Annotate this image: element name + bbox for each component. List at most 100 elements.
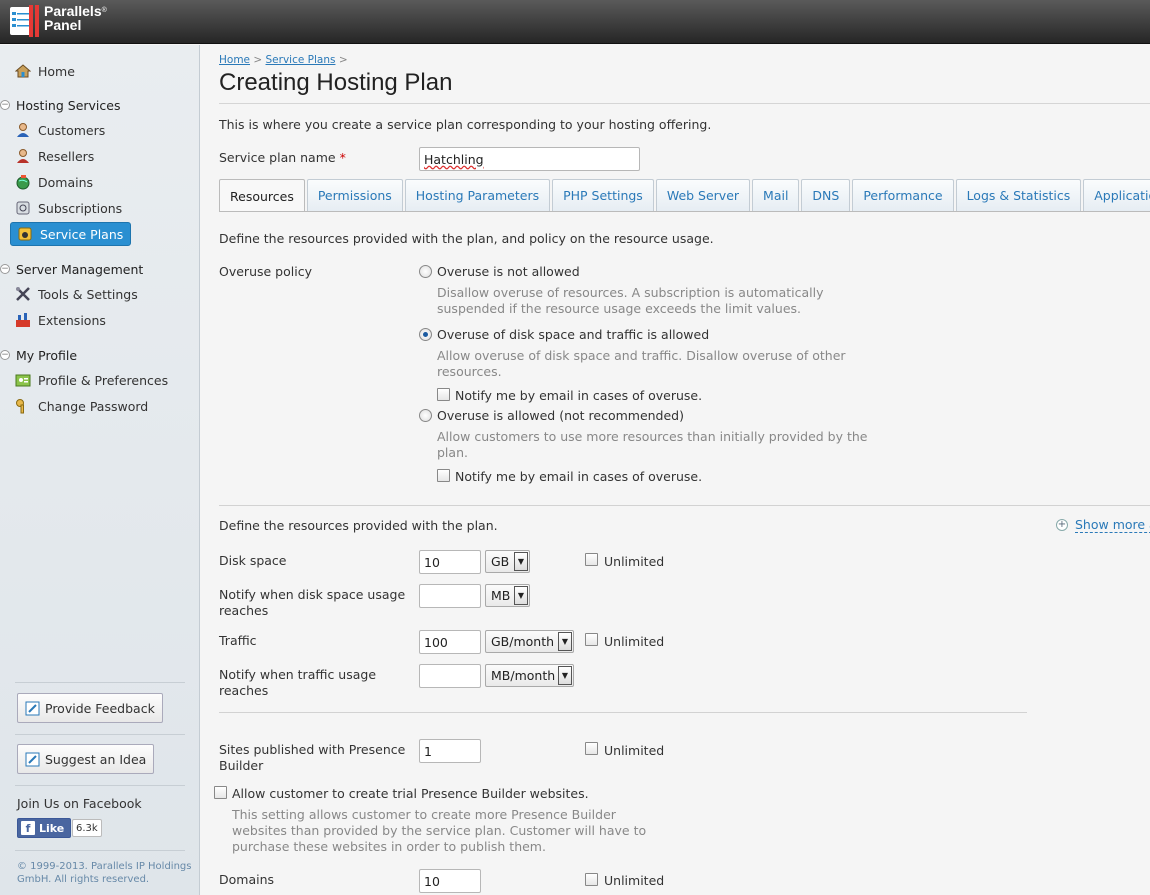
- sidebar-item-domains[interactable]: Domains: [15, 172, 93, 192]
- traffic-notify-input[interactable]: [419, 664, 481, 688]
- plan-name-label-text: Service plan name: [219, 150, 336, 165]
- section-title: Hosting Services: [16, 97, 121, 113]
- presence-sites-value: 1: [424, 743, 432, 759]
- tools-icon: [15, 286, 31, 302]
- feedback-icon: [25, 701, 40, 716]
- unlimited-label[interactable]: Unlimited: [604, 873, 664, 888]
- facebook-icon: f: [21, 821, 35, 835]
- hint-line: plan.: [437, 445, 468, 460]
- tab-performance[interactable]: Performance: [852, 179, 954, 211]
- trial-presence-label[interactable]: Allow customer to create trial Presence …: [232, 786, 589, 801]
- sidebar-item-label: Customers: [38, 122, 106, 138]
- label-line: reaches: [219, 683, 269, 698]
- disk-space-value: 10: [424, 554, 440, 570]
- traffic-unit-select[interactable]: GB/month ▼: [485, 630, 574, 653]
- section-my-profile[interactable]: − My Profile: [0, 346, 77, 364]
- label-line: Sites published with Presence: [219, 742, 406, 757]
- domains-value: 10: [424, 873, 440, 889]
- disk-space-input[interactable]: 10: [419, 550, 481, 574]
- dropdown-arrow-icon: ▼: [514, 586, 528, 605]
- plus-icon: +: [1056, 519, 1068, 531]
- tab-logs-statistics[interactable]: Logs & Statistics: [955, 179, 1082, 211]
- tab-permissions[interactable]: Permissions: [306, 179, 403, 211]
- overuse-disk-traffic-radio[interactable]: [419, 328, 432, 341]
- disk-space-unlimited-checkbox[interactable]: [585, 553, 598, 566]
- select-value: MB: [491, 588, 511, 603]
- tab-dns[interactable]: DNS: [801, 179, 851, 211]
- collapse-icon[interactable]: −: [0, 100, 10, 110]
- label-line: Notify when disk space usage: [219, 587, 406, 602]
- notify-overuse-label[interactable]: Notify me by email in cases of overuse.: [455, 388, 702, 403]
- sidebar-item-customers[interactable]: Customers: [15, 120, 105, 140]
- extensions-icon: [15, 312, 31, 328]
- overuse-option-label[interactable]: Overuse of disk space and traffic is all…: [437, 327, 709, 342]
- button-label: Suggest an Idea: [45, 751, 147, 767]
- tab-applications[interactable]: Applications: [1083, 179, 1150, 211]
- presence-sites-label: Sites published with Presence Builder: [219, 742, 405, 774]
- domains-unlimited-checkbox[interactable]: [585, 873, 598, 886]
- hint-line: This setting allows customer to create m…: [232, 807, 616, 822]
- tab-mail[interactable]: Mail: [752, 179, 800, 211]
- plan-name-input[interactable]: Hatchling: [419, 147, 640, 171]
- overuse-option-label[interactable]: Overuse is allowed (not recommended): [437, 408, 684, 423]
- traffic-notify-unit-select[interactable]: MB/month ▼: [485, 664, 574, 687]
- presence-sites-input[interactable]: 1: [419, 739, 481, 763]
- disk-notify-label: Notify when disk space usage reaches: [219, 587, 405, 619]
- sidebar-item-change-password[interactable]: Change Password: [15, 396, 148, 416]
- unlimited-label[interactable]: Unlimited: [604, 743, 664, 758]
- breadcrumb-separator: >: [253, 54, 263, 66]
- sidebar-item-home[interactable]: Home: [14, 61, 75, 81]
- tab-web-server[interactable]: Web Server: [655, 179, 751, 211]
- sidebar-item-subscriptions[interactable]: Subscriptions: [15, 198, 122, 218]
- sidebar-item-profile-preferences[interactable]: Profile & Preferences: [15, 370, 168, 390]
- sidebar-item-label: Resellers: [38, 148, 95, 164]
- notify-overuse-checkbox[interactable]: [437, 388, 450, 401]
- section-server-management[interactable]: − Server Management: [0, 260, 143, 278]
- section-hosting-services[interactable]: − Hosting Services: [0, 96, 121, 114]
- sidebar-item-label: Profile & Preferences: [38, 372, 169, 388]
- suggest-idea-button[interactable]: Suggest an Idea: [17, 744, 155, 774]
- breadcrumb-service-plans-link[interactable]: Service Plans: [266, 54, 336, 66]
- sidebar-item-label: Home: [38, 63, 75, 79]
- presence-unlimited-checkbox[interactable]: [585, 742, 598, 755]
- unlimited-label[interactable]: Unlimited: [604, 554, 664, 569]
- traffic-label: Traffic: [219, 633, 257, 648]
- idea-icon: [25, 752, 40, 767]
- overuse-option-label[interactable]: Overuse is not allowed: [437, 264, 580, 279]
- button-label: Provide Feedback: [45, 700, 155, 716]
- disk-space-label: Disk space: [219, 553, 287, 568]
- sidebar-item-extensions[interactable]: Extensions: [15, 310, 106, 330]
- parallels-logo-icon[interactable]: [9, 5, 41, 37]
- facebook-like-button[interactable]: f Like: [17, 818, 72, 838]
- sidebar-item-service-plans[interactable]: Service Plans: [10, 222, 132, 246]
- disk-space-unit-select[interactable]: GB ▼: [485, 550, 530, 573]
- collapse-icon[interactable]: −: [0, 350, 10, 360]
- overuse-allowed-radio[interactable]: [419, 409, 432, 422]
- sidebar-item-tools-settings[interactable]: Tools & Settings: [15, 284, 138, 304]
- show-more-link[interactable]: + Show more a: [1056, 517, 1150, 533]
- tab-resources[interactable]: Resources: [219, 179, 305, 212]
- hint-line: resources.: [437, 364, 502, 379]
- disk-notify-input[interactable]: [419, 584, 481, 608]
- hint-line: websites than provided by the service pl…: [232, 823, 647, 838]
- trial-presence-checkbox[interactable]: [214, 786, 227, 799]
- tab-php-settings[interactable]: PHP Settings: [552, 179, 654, 211]
- profile-card-icon: [15, 372, 31, 388]
- divider: [219, 211, 1150, 212]
- disk-notify-unit-select[interactable]: MB ▼: [485, 584, 530, 607]
- breadcrumb-home-link[interactable]: Home: [219, 54, 250, 66]
- traffic-input[interactable]: 100: [419, 630, 481, 654]
- domains-input[interactable]: 10: [419, 869, 481, 893]
- traffic-notify-label: Notify when traffic usage reaches: [219, 667, 376, 699]
- traffic-unlimited-checkbox[interactable]: [585, 633, 598, 646]
- sidebar-item-resellers[interactable]: Resellers: [15, 146, 94, 166]
- provide-feedback-button[interactable]: Provide Feedback: [17, 693, 163, 723]
- notify-overuse-checkbox[interactable]: [437, 469, 450, 482]
- tab-hosting-parameters[interactable]: Hosting Parameters: [404, 179, 551, 211]
- trial-presence-hint: This setting allows customer to create m…: [232, 807, 646, 855]
- top-bar: Parallels® Panel: [0, 0, 1150, 44]
- overuse-not-allowed-radio[interactable]: [419, 265, 432, 278]
- collapse-icon[interactable]: −: [0, 264, 10, 274]
- notify-overuse-label[interactable]: Notify me by email in cases of overuse.: [455, 469, 702, 484]
- unlimited-label[interactable]: Unlimited: [604, 634, 664, 649]
